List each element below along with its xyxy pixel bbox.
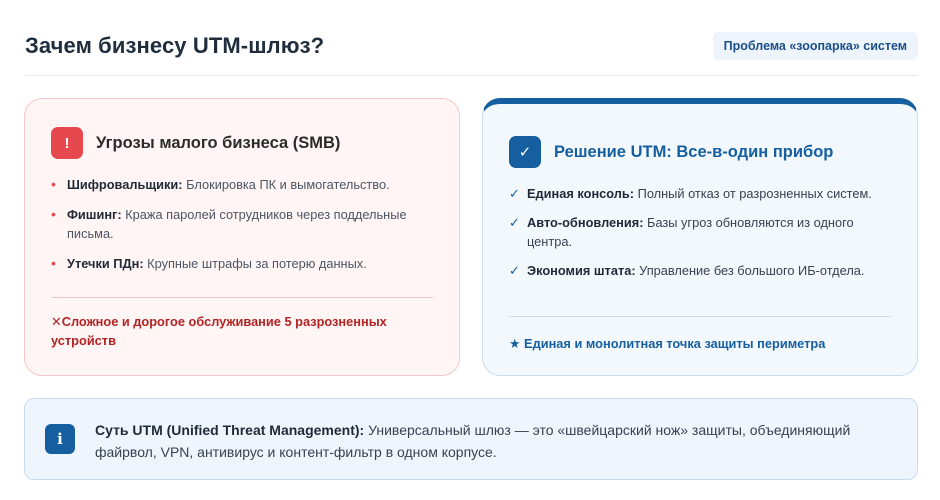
page-title: Зачем бизнесу UTM-шлюз? [25,33,325,58]
bullet-dot-icon: • [51,255,56,271]
checkmark-icon: ✓ [509,215,520,230]
list-item: • Фишинг: Кража паролей сотрудников чере… [51,205,435,243]
list-item-text: Управление без большого ИБ-отдела. [635,263,865,278]
threats-card: ! Угрозы малого бизнеса (SMB) • Шифровал… [24,98,460,376]
solution-card-divider [509,316,891,317]
bullet-dot-icon: • [51,176,56,192]
list-item-term: Шифровальщики: [67,177,183,192]
topic-tag: Проблема «зоопарка» систем [712,32,918,60]
list-item-term: Утечки ПДн: [67,256,144,271]
page-header: Зачем бизнесу UTM-шлюз? Проблема «зоопар… [25,26,918,66]
list-item: • Утечки ПДн: Крупные штрафы за потерю д… [51,254,435,273]
list-item-term: Экономия штата: [527,263,636,278]
bullet-dot-icon: • [51,206,56,222]
checkmark-icon: ✓ [509,186,520,201]
info-term: Суть UTM (Unified Threat Management): [95,422,365,438]
solution-card-header: ✓ Решение UTM: Все-в-один прибор [509,136,833,168]
solution-card: ✓ Решение UTM: Все-в-один прибор ✓ Едина… [482,98,918,376]
list-item-term: Единая консоль: [527,186,635,201]
threats-card-divider [51,297,433,298]
solution-card-footer: ★ Единая и монолитная точка защиты перим… [509,334,893,353]
list-item-term: Авто-обновления: [527,215,644,230]
header-divider [25,75,918,76]
solution-card-title: Решение UTM: Все-в-один прибор [554,142,834,161]
threats-list: • Шифровальщики: Блокировка ПК и вымогат… [51,175,435,284]
solution-footer-text: Единая и монолитная точка защиты перимет… [524,336,826,351]
list-item-text: Крупные штрафы за потерю данных. [143,256,367,271]
threats-card-footer: ✕Сложное и дорогое обслуживание 5 разроз… [51,312,419,350]
threats-footer-text: Сложное и дорогое обслуживание 5 разрозн… [51,314,387,348]
info-icon: i [45,424,75,454]
list-item-term: Фишинг: [67,207,122,222]
checkmark-icon: ✓ [509,263,520,278]
list-item: ✓ Единая консоль: Полный отказ от разроз… [509,184,893,203]
solution-list: ✓ Единая консоль: Полный отказ от разроз… [509,184,893,290]
info-banner: i Суть UTM (Unified Threat Management): … [24,398,918,480]
info-text: Суть UTM (Unified Threat Management): Ун… [95,419,877,463]
threats-card-title: Угрозы малого бизнеса (SMB) [96,133,341,152]
cross-icon: ✕ [51,314,62,329]
list-item-text: Полный отказ от разрозненных систем. [634,186,872,201]
threats-card-header: ! Угрозы малого бизнеса (SMB) [51,127,340,159]
list-item: ✓ Авто-обновления: Базы угроз обновляютс… [509,213,893,251]
list-item: • Шифровальщики: Блокировка ПК и вымогат… [51,175,435,194]
warning-icon: ! [51,127,83,159]
star-icon: ★ [509,336,521,351]
list-item-text: Блокировка ПК и вымогательство. [182,177,390,192]
list-item: ✓ Экономия штата: Управление без большог… [509,261,893,280]
check-icon: ✓ [509,136,541,168]
